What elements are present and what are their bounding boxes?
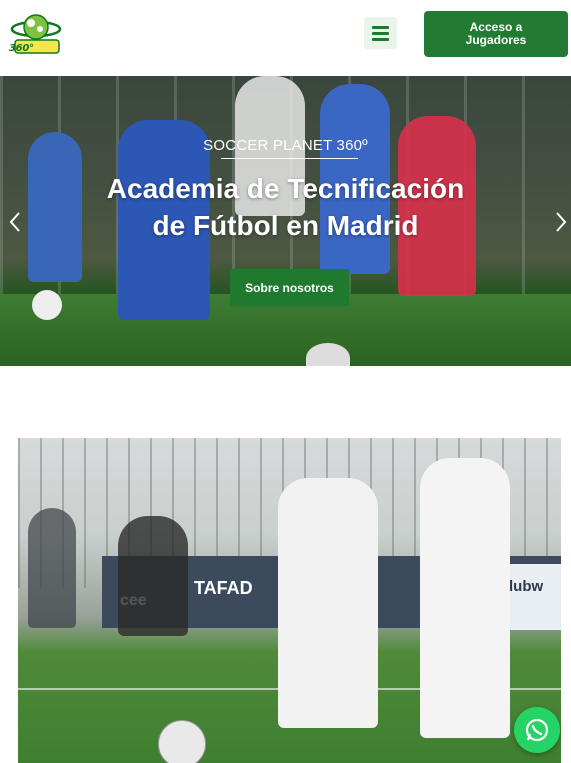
menu-button[interactable] [364,17,397,49]
sponsor-text: TAFAD [194,578,253,598]
whatsapp-button[interactable] [514,707,560,753]
photo-ball [158,720,206,763]
hero-subtitle: SOCCER PLANET 360º [203,137,368,154]
hero-slider: SOCCER PLANET 360º Academia de Tecnifica… [0,76,571,366]
hero-ball [32,290,62,320]
player-access-button[interactable]: Acceso a Jugadores [424,11,568,57]
hero-subtitle-underline [221,158,358,159]
whatsapp-icon [525,718,549,742]
about-us-button[interactable]: Sobre nosotros [230,269,349,306]
photo-player [278,478,378,728]
site-logo[interactable]: 360° [9,12,63,56]
hero-title: Academia de Tecnificación de Fútbol en M… [106,173,465,241]
chevron-right-icon[interactable] [553,211,569,233]
chevron-left-icon[interactable] [7,211,23,233]
logo-text: 360° [9,43,34,54]
site-header: 360° Acceso a Jugadores [0,0,571,76]
photo-player [28,508,76,628]
photo-player [118,516,188,636]
photo-player [420,458,510,738]
academy-photo: cee TAFAD iClubw [18,438,561,763]
hamburger-menu-icon [372,25,389,29]
hero-ball [306,343,350,366]
